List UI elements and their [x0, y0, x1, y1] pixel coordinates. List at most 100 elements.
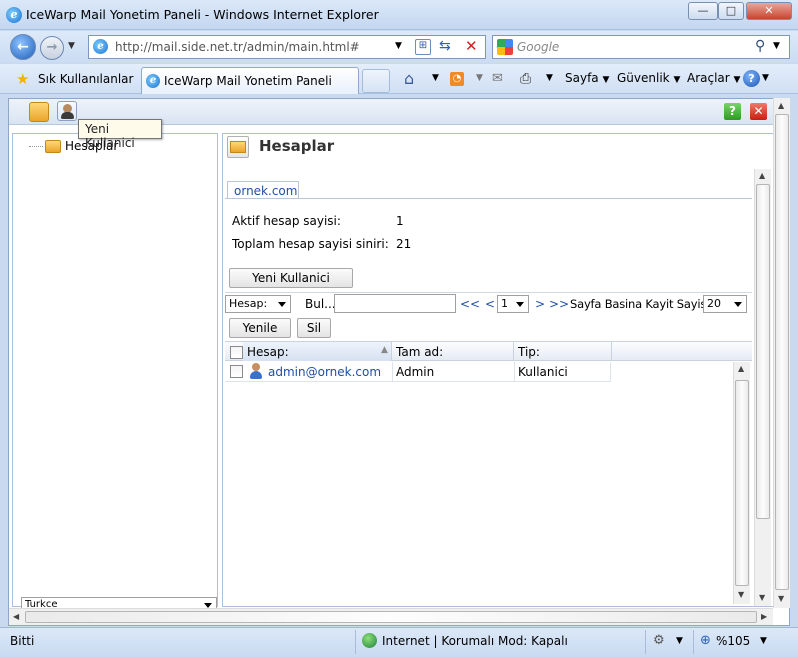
- grid-scroll-down-icon[interactable]: ▼: [738, 590, 744, 599]
- status-divider: [355, 630, 356, 654]
- refresh-icon[interactable]: ⇆: [439, 38, 451, 54]
- tab-title: IceWarp Mail Yonetim Paneli: [164, 74, 332, 88]
- zoom-level[interactable]: %105: [716, 634, 750, 648]
- search-dropdown-icon[interactable]: ▼: [773, 41, 780, 51]
- last-page-link[interactable]: >>: [549, 297, 569, 311]
- field-dropdown-icon: [278, 302, 286, 307]
- popup-dropdown-icon[interactable]: ▼: [676, 636, 683, 646]
- help-dropdown-icon[interactable]: ▼: [762, 73, 769, 83]
- grid-scroll-up-icon[interactable]: ▲: [738, 364, 744, 373]
- hscroll-right-icon[interactable]: ▶: [761, 612, 767, 621]
- row-checkbox[interactable]: [230, 365, 243, 378]
- refresh-button[interactable]: Yenile: [229, 318, 291, 338]
- address-bar[interactable]: e http://mail.side.net.tr/admin/main.htm…: [88, 35, 486, 59]
- stop-icon[interactable]: ✕: [465, 37, 478, 55]
- col-account[interactable]: Hesap: ▲: [243, 342, 392, 361]
- read-mail-icon[interactable]: ✉: [492, 71, 503, 86]
- logout-icon[interactable]: ✕: [750, 103, 767, 120]
- google-icon: [497, 39, 513, 55]
- close-window-button[interactable]: ✕: [746, 2, 792, 20]
- toolbar-tooltip: Yeni Kullanici: [78, 119, 162, 150]
- table-row[interactable]: admin@ornek.com Admin Kullanici: [225, 362, 611, 382]
- prev-page-link[interactable]: <: [485, 297, 495, 311]
- col-fullname[interactable]: Tam ad:: [392, 342, 514, 361]
- zoom-dropdown-icon[interactable]: ▼: [760, 636, 767, 646]
- accounts-heading-icon: [230, 141, 246, 153]
- security-zone[interactable]: Internet | Korumalı Mod: Kapalı: [382, 634, 568, 648]
- page-dropdown-icon: [516, 302, 524, 307]
- page-icon: e: [93, 39, 108, 54]
- page-vscrollbar[interactable]: ▲ ▼: [773, 98, 790, 608]
- history-dropdown-icon[interactable]: ▼: [68, 41, 75, 51]
- zoom-icon[interactable]: ⊕: [700, 633, 711, 648]
- compatibility-view-icon[interactable]: ⊞: [415, 39, 431, 55]
- cell-divider: [514, 362, 515, 382]
- address-url[interactable]: http://mail.side.net.tr/admin/main.html#: [115, 40, 360, 54]
- delete-button[interactable]: Sil: [297, 318, 331, 338]
- account-limit-label: Toplam hesap sayisi siniri:: [232, 237, 389, 251]
- feeds-dropdown-icon[interactable]: ▼: [476, 73, 483, 83]
- vscroll-down-icon[interactable]: ▼: [778, 594, 784, 603]
- select-all-checkbox[interactable]: [230, 346, 243, 359]
- minimize-button[interactable]: —: [688, 2, 718, 20]
- address-dropdown-icon[interactable]: ▼: [395, 41, 402, 51]
- content-scrollbar[interactable]: ▲ ▼: [754, 169, 771, 606]
- search-box[interactable]: Google ⚲ ▼: [492, 35, 790, 59]
- hscroll-thumb[interactable]: [25, 611, 757, 623]
- globe-icon: [362, 633, 377, 648]
- vscroll-thumb[interactable]: [775, 114, 789, 590]
- feeds-icon[interactable]: ◔: [450, 72, 464, 86]
- home-icon[interactable]: ⌂: [404, 69, 414, 88]
- help-icon[interactable]: ?: [724, 103, 741, 120]
- search-icon[interactable]: ⚲: [755, 38, 765, 54]
- tools-menu[interactable]: Araçlar ▼: [687, 71, 740, 85]
- col-type-label: Tip:: [518, 345, 540, 359]
- field-select[interactable]: Hesap:: [225, 295, 291, 313]
- home-dropdown-icon[interactable]: ▼: [432, 73, 439, 83]
- page-menu[interactable]: Sayfa ▼: [565, 71, 609, 85]
- help-menu-icon[interactable]: ?: [743, 70, 760, 87]
- cell-divider: [610, 362, 611, 382]
- forward-button[interactable]: →: [40, 36, 64, 60]
- account-type: Kullanici: [518, 365, 568, 379]
- maximize-button[interactable]: □: [718, 2, 744, 20]
- hscroll-left-icon[interactable]: ◀: [13, 612, 19, 621]
- account-link[interactable]: admin@ornek.com: [268, 365, 381, 379]
- favorites-button[interactable]: Sık Kullanılanlar: [38, 72, 133, 86]
- status-divider: [693, 630, 694, 654]
- grid-scrollbar[interactable]: ▲ ▼: [733, 362, 750, 604]
- heading-icon-frame: [227, 136, 249, 158]
- browser-tab[interactable]: e IceWarp Mail Yonetim Paneli: [141, 67, 359, 94]
- status-bar: Bitti Internet | Korumalı Mod: Kapalı ⚙ …: [0, 627, 798, 657]
- per-page-select[interactable]: 20: [703, 295, 747, 313]
- next-page-link[interactable]: >: [535, 297, 545, 311]
- print-icon[interactable]: ⎙: [520, 71, 531, 87]
- content-scroll-down-icon[interactable]: ▼: [759, 593, 765, 602]
- new-tab-button[interactable]: [362, 69, 390, 93]
- search-placeholder: Google: [517, 40, 560, 54]
- vscroll-up-icon[interactable]: ▲: [778, 101, 784, 110]
- field-select-value: Hesap:: [229, 297, 268, 310]
- back-button[interactable]: ←: [10, 34, 36, 60]
- account-limit-value: 21: [396, 237, 412, 251]
- col-type[interactable]: Tip:: [514, 342, 612, 361]
- first-page-link[interactable]: <<: [460, 297, 480, 311]
- domain-tab[interactable]: ornek.com: [227, 181, 299, 199]
- page-select-value: 1: [501, 297, 508, 310]
- popup-blocker-icon[interactable]: ⚙: [653, 633, 665, 648]
- page-select[interactable]: 1: [497, 295, 529, 313]
- new-user-button[interactable]: [57, 101, 77, 121]
- page-title: Hesaplar: [259, 137, 335, 155]
- content-scroll-up-icon[interactable]: ▲: [759, 171, 765, 180]
- accounts-folder-icon[interactable]: [29, 102, 49, 122]
- new-user-form-button[interactable]: Yeni Kullanici: [229, 268, 353, 288]
- safety-menu[interactable]: Güvenlik ▼: [617, 71, 680, 85]
- page-hscrollbar[interactable]: ◀ ▶: [9, 608, 773, 625]
- favorites-star-icon[interactable]: ★: [16, 70, 29, 88]
- content-scroll-thumb[interactable]: [756, 184, 770, 519]
- print-dropdown-icon[interactable]: ▼: [546, 73, 553, 83]
- find-input[interactable]: [334, 294, 456, 313]
- grid-scroll-thumb[interactable]: [735, 380, 749, 586]
- per-page-dropdown-icon: [734, 302, 742, 307]
- account-fullname: Admin: [396, 365, 435, 379]
